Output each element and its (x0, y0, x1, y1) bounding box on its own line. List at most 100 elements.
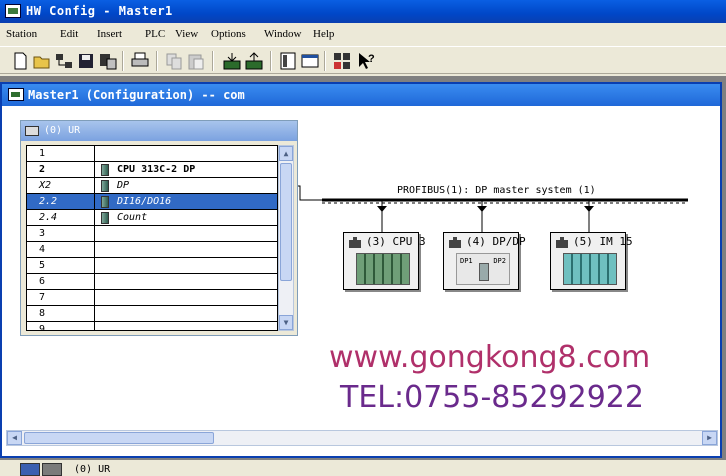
rack-vertical-scrollbar[interactable]: ▲ ▼ (278, 145, 294, 331)
forward-arrow-icon[interactable] (42, 463, 62, 476)
module-cell (94, 242, 277, 258)
device-im[interactable]: (5) IM 15 (550, 232, 633, 290)
table-row[interactable]: 5 (27, 258, 277, 274)
module-cell (94, 258, 277, 274)
svg-text:?: ? (368, 53, 375, 65)
dp2-label: DP2 (493, 257, 506, 265)
watermark-url: www.gongkong8.com (329, 340, 651, 375)
save-compile-icon[interactable] (98, 51, 118, 71)
horizontal-scrollbar[interactable]: ◀ ▶ (6, 430, 718, 446)
menu-station[interactable]: Station (6, 28, 37, 40)
scroll-right-icon[interactable]: ▶ (702, 431, 717, 445)
toolbar-separator (212, 51, 214, 71)
menu-edit[interactable]: Edit (60, 28, 78, 40)
rack-window[interactable]: (0) UR 1 2 CPU 313C-2 DP X2 DP 2.2 DI16/… (20, 120, 298, 336)
slot-cell: 5 (39, 260, 46, 271)
table-row[interactable]: X2 DP (27, 178, 277, 194)
rack-titlebar: (0) UR (21, 121, 297, 141)
table-row[interactable]: 3 (27, 226, 277, 242)
toolbar-separator (122, 51, 124, 71)
module-cell (94, 226, 277, 242)
panel-icon[interactable] (300, 51, 320, 71)
save-icon[interactable] (76, 51, 96, 71)
submodule-icon (101, 180, 109, 192)
menu-insert[interactable]: Insert (97, 28, 122, 40)
toolbar-separator (324, 51, 326, 71)
module-cell (94, 306, 277, 322)
dpdp-coupler-icon: DP1 DP2 (456, 253, 510, 285)
open-icon[interactable] (32, 51, 52, 71)
app-title: HW Config - Master1 (26, 4, 173, 18)
menu-plc[interactable]: PLC (145, 28, 165, 40)
module-cell: DP (94, 178, 277, 194)
toolbar-separator (270, 51, 272, 71)
app-titlebar: HW Config - Master1 (0, 0, 726, 23)
slot-cell: X2 (39, 180, 52, 191)
slot-cell: 1 (39, 148, 46, 159)
table-row[interactable]: 7 (27, 290, 277, 306)
module-cell: CPU 313C-2 DP (94, 162, 277, 178)
watermark-tel: TEL:0755-85292922 (340, 380, 644, 415)
slot-cell: 6 (39, 276, 46, 287)
slot-cell: 2.2 (39, 196, 58, 207)
toolbar: ? (0, 46, 726, 74)
config-window: Master1 (Configuration) -- com PROFIBUS(… (0, 82, 722, 458)
submodule-icon (101, 212, 109, 224)
download-icon[interactable] (222, 51, 242, 71)
module-cell (94, 274, 277, 290)
print-icon[interactable] (130, 51, 150, 71)
table-row[interactable]: 1 (27, 146, 277, 162)
paste-icon[interactable] (186, 51, 206, 71)
module-name: CPU 313C-2 DP (117, 164, 196, 175)
table-row[interactable]: 9 (27, 322, 277, 330)
cpu-station-icon (356, 253, 410, 285)
profibus-connector-icon (349, 237, 361, 248)
submodule-icon (101, 196, 109, 208)
scroll-down-icon[interactable]: ▼ (279, 315, 293, 330)
module-name: DI16/DO16 (117, 196, 172, 207)
rack-title: (0) UR (44, 125, 81, 136)
scroll-thumb[interactable] (24, 432, 214, 444)
help-pointer-icon[interactable]: ? (356, 51, 376, 71)
module-name: DP (117, 180, 130, 191)
device-cpu[interactable]: (3) CPU 3 (343, 232, 426, 290)
table-row-selected[interactable]: 2.2 DI16/DO16 (27, 194, 277, 210)
menu-view[interactable]: View (175, 28, 198, 40)
menu-bar: Station Edit Insert PLC View Options Win… (0, 25, 726, 45)
menu-window[interactable]: Window (264, 28, 301, 40)
profibus-connector-icon (556, 237, 568, 248)
slot-cell: 8 (39, 308, 46, 319)
menu-options[interactable]: Options (211, 28, 246, 40)
profibus-label: PROFIBUS(1): DP master system (1) (397, 185, 596, 196)
table-row[interactable]: 2.4 Count (27, 210, 277, 226)
profibus-connector-icon (449, 237, 461, 248)
new-icon[interactable] (10, 51, 30, 71)
module-cell (94, 146, 277, 162)
status-text: (0) UR (74, 464, 111, 475)
device-im-label: (5) IM 15 (573, 235, 633, 248)
back-arrow-icon[interactable] (20, 463, 40, 476)
slot-cell: 3 (39, 228, 46, 239)
upload-icon[interactable] (244, 51, 264, 71)
scroll-left-icon[interactable]: ◀ (7, 431, 22, 445)
table-row[interactable]: 2 CPU 313C-2 DP (27, 162, 277, 178)
menu-help[interactable]: Help (313, 28, 334, 40)
scroll-up-icon[interactable]: ▲ (279, 146, 293, 161)
module-cell (94, 290, 277, 306)
catalog-icon[interactable] (278, 51, 298, 71)
copy-icon[interactable] (164, 51, 184, 71)
module-cell (94, 322, 277, 330)
table-row[interactable]: 6 (27, 274, 277, 290)
rack-icon (25, 126, 39, 136)
dp1-label: DP1 (460, 257, 473, 265)
table-row[interactable]: 4 (27, 242, 277, 258)
et200-station-icon (563, 253, 617, 285)
slot-cell: 7 (39, 292, 46, 303)
table-row[interactable]: 8 (27, 306, 277, 322)
diagnose-icon[interactable] (332, 51, 352, 71)
status-bar: (0) UR (0, 460, 726, 476)
scroll-thumb[interactable] (280, 163, 292, 281)
module-cell: DI16/DO16 (94, 194, 277, 210)
device-dpdp[interactable]: (4) DP/DP DP1 DP2 (443, 232, 526, 290)
network-icon[interactable] (54, 51, 74, 71)
